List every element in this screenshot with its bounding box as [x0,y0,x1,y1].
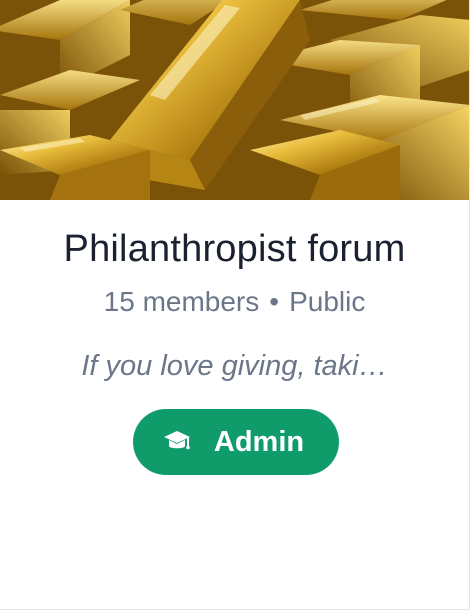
group-meta: 15 members • Public [0,286,469,318]
group-card[interactable]: Philanthropist forum 15 members • Public I… [0,0,470,610]
group-description: If you love giving, taki… [81,350,388,382]
group-name[interactable]: Philanthropist forum [0,228,469,271]
meta-separator: • [269,286,280,317]
group-cover-image [0,0,469,200]
member-count: 15 members [103,286,260,317]
graduation-cap-icon [162,427,192,457]
admin-button-label: Admin [213,425,305,458]
admin-button[interactable]: Admin [133,409,339,475]
group-visibility: Public [289,286,366,317]
